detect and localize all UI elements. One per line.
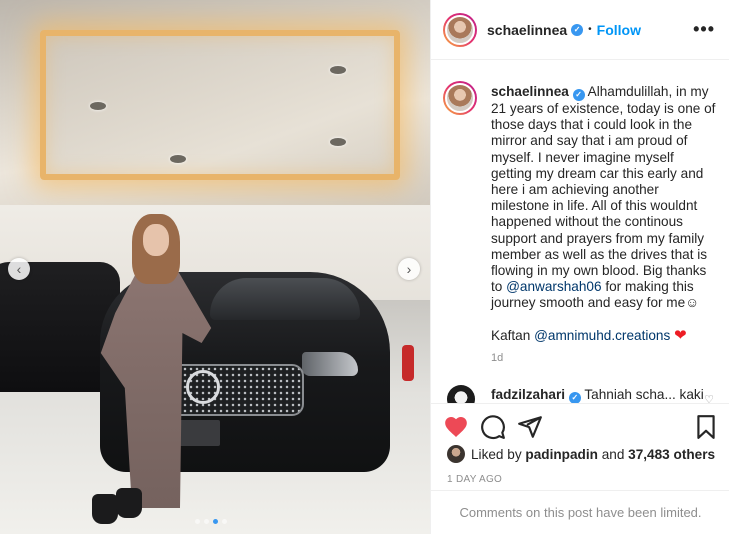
caption-username[interactable]: schaelinnea [491,84,569,99]
post-caption: schaelinnea ✓ Alhamdulillah, in my 21 ye… [491,84,717,344]
post-side-panel: schaelinnea ✓ • Follow ••• schaelinnea ✓… [430,0,729,534]
caption-author-avatar[interactable] [443,81,477,115]
author-avatar[interactable] [443,12,477,47]
carousel-dot [213,519,218,524]
shoe [92,494,118,524]
carousel-dot [195,519,200,524]
carousel-dot [204,519,209,524]
post-timestamp[interactable]: 1 DAY AGO [447,474,502,485]
mention-link[interactable]: @anwarshah06 [506,279,601,294]
smile-emoji: ☺ [685,295,700,311]
verified-badge-icon: ✓ [572,89,585,101]
likes-summary[interactable]: Liked by padinpadin and 37,483 others [447,445,715,463]
shoe [116,488,142,518]
liker-username[interactable]: padinpadin [525,447,598,462]
ceiling-spotlight [170,155,186,163]
verified-badge-icon: ✓ [568,392,581,403]
likes-prefix: Liked by [471,446,526,462]
heart-filled-icon[interactable] [443,414,469,440]
prev-slide-button[interactable]: ‹ [8,258,30,280]
ceiling-spotlight [90,102,106,110]
post-photo[interactable]: ‹ › [0,0,430,534]
likes-middle: and [597,446,629,462]
caption-age[interactable]: 1d [491,352,503,364]
author-username[interactable]: schaelinnea [487,22,567,38]
share-icon[interactable] [517,414,543,440]
comment-text: Tahniah scha... kaki [584,387,704,402]
more-options-icon[interactable]: ••• [693,19,715,40]
avatar-image [445,14,475,45]
car-grille [162,364,304,416]
fire-extinguisher [402,345,414,381]
separator-dot: • [588,24,592,35]
license-plate [178,420,220,446]
next-slide-button[interactable]: › [398,258,420,280]
comments-limited-notice: Comments on this post have been limited. [431,490,729,534]
chevron-left-icon: ‹ [16,261,22,277]
ceiling-spotlight [330,138,346,146]
bookmark-icon[interactable] [693,414,719,440]
kaftan-label: Kaftan [491,327,535,343]
commenter-avatar[interactable] [447,385,475,403]
follow-button[interactable]: Follow [597,22,641,38]
verified-badge-icon: ✓ [571,23,584,36]
commenter-username[interactable]: fadzilzahari [491,387,565,402]
caption-text: Alhamdulillah, in my 21 years of existen… [491,84,716,295]
car-windshield [210,278,360,320]
woman-face [143,224,169,256]
chevron-right-icon: › [406,261,412,277]
liker-avatar [447,445,465,463]
comment-like-icon[interactable]: ♡ [704,393,714,403]
car-logo [186,370,220,404]
comment-item: fadzilzahari ✓ Tahniah scha... kaki [491,387,704,403]
avatar-image [445,83,475,113]
mention-link[interactable]: @amnimuhd.creations [534,328,670,343]
comment-icon[interactable] [480,414,506,440]
comments-section[interactable]: schaelinnea ✓ Alhamdulillah, in my 21 ye… [431,61,729,403]
heart-emoji: ❤ [674,326,687,344]
car-headlight [302,352,358,376]
post-header: schaelinnea ✓ • Follow ••• [431,0,729,60]
carousel-indicator [195,519,227,524]
carousel-dot [222,519,227,524]
likes-count[interactable]: 37,483 others [628,447,715,462]
ceiling-spotlight [330,66,346,74]
